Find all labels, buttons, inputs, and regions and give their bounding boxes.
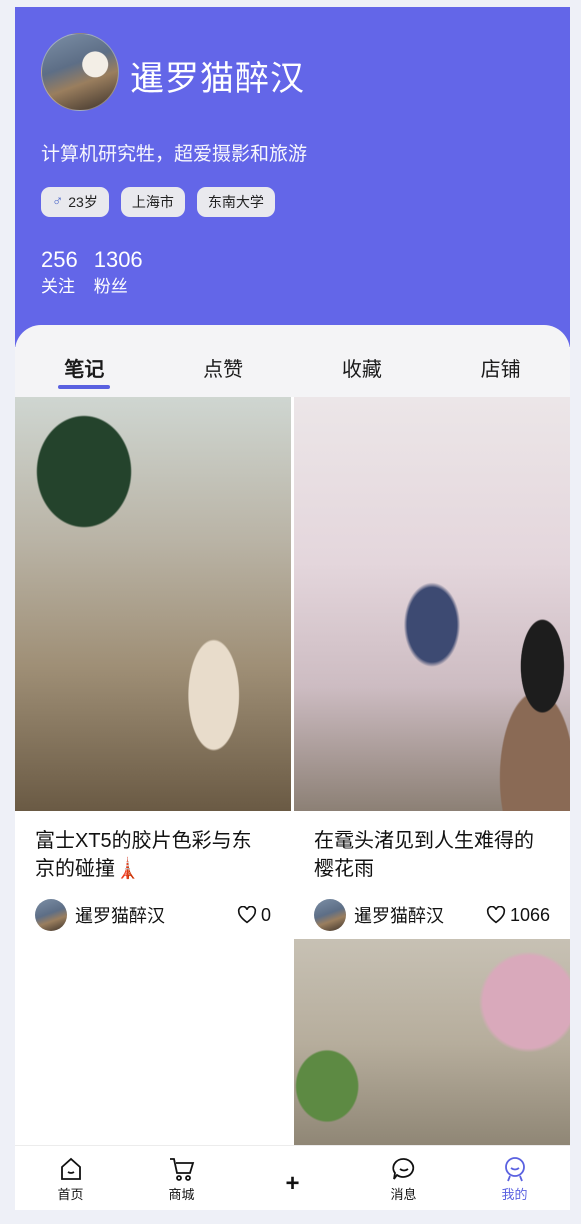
followers-count: 1306	[93, 247, 143, 272]
nav-messages-label: 消息	[390, 1187, 417, 1202]
nav-create[interactable]: +	[237, 1146, 348, 1210]
author-avatar[interactable]	[35, 899, 67, 931]
nav-profile-label: 我的	[501, 1187, 528, 1202]
following-stat[interactable]: 256 关注	[41, 247, 78, 299]
note-meta: 暹罗猫醉汉 0	[15, 889, 291, 931]
like-button[interactable]: 0	[237, 905, 271, 926]
tab-favorites-label: 收藏	[341, 359, 382, 381]
nav-profile[interactable]: 我的	[459, 1146, 570, 1210]
username: 暹罗猫醉汉	[130, 60, 305, 98]
note-author[interactable]: 暹罗猫醉汉	[75, 902, 237, 928]
nav-shop-label: 商城	[168, 1187, 195, 1202]
school-tag: 东南大学	[196, 187, 275, 217]
note-card[interactable]	[294, 939, 570, 1149]
profile-header: 暹罗猫醉汉 计算机研究牲，超爱摄影和旅游 ♂ 23岁 上海市 东南大学 256 …	[15, 7, 570, 347]
author-avatar[interactable]	[314, 899, 346, 931]
heart-icon	[237, 906, 257, 924]
message-icon	[391, 1158, 414, 1180]
tab-likes[interactable]: 点赞	[154, 341, 293, 397]
profile-tabs: 笔记 点赞 收藏 店铺	[15, 341, 570, 397]
like-button[interactable]: 1066	[486, 905, 550, 926]
location-tag: 上海市	[120, 187, 185, 217]
plus-icon: +	[285, 1170, 300, 1197]
tab-favorites[interactable]: 收藏	[293, 341, 432, 397]
note-card[interactable]: 在鼋头渚见到人生难得的樱花雨 暹罗猫醉汉 1066	[294, 397, 570, 931]
note-title: 在鼋头渚见到人生难得的樱花雨	[314, 830, 534, 880]
bottom-nav: 首页 商城 + 消息 我的	[15, 1145, 570, 1210]
notes-grid: 富士XT5的胶片色彩与东京的碰撞🗼 暹罗猫醉汉 0 在鼋头渚见到人生难得的樱花雨…	[15, 397, 570, 1157]
followers-stat[interactable]: 1306 粉丝	[94, 247, 143, 299]
note-title: 富士XT5的胶片色彩与东京的碰撞🗼	[35, 830, 252, 880]
heart-icon	[486, 906, 506, 924]
active-tab-indicator	[58, 385, 111, 389]
nav-messages[interactable]: 消息	[348, 1146, 459, 1210]
following-count: 256	[41, 247, 78, 272]
tab-likes-label: 点赞	[203, 359, 244, 381]
bio: 计算机研究牲，超爱摄影和旅游	[41, 144, 308, 165]
note-card[interactable]: 富士XT5的胶片色彩与东京的碰撞🗼 暹罗猫醉汉 0	[15, 397, 291, 931]
note-author[interactable]: 暹罗猫醉汉	[354, 902, 486, 928]
note-cover-image[interactable]	[294, 397, 570, 811]
cart-icon	[169, 1158, 194, 1181]
like-count: 0	[260, 904, 271, 925]
like-count: 1066	[509, 904, 550, 925]
app-screen: 暹罗猫醉汉 计算机研究牲，超爱摄影和旅游 ♂ 23岁 上海市 东南大学 256 …	[15, 7, 570, 1210]
age-tag: ♂ 23岁	[41, 187, 109, 217]
tab-notes[interactable]: 笔记	[15, 341, 154, 397]
home-icon	[60, 1157, 81, 1180]
age-label: 23岁	[68, 194, 98, 210]
following-label: 关注	[41, 277, 75, 296]
profile-icon	[504, 1157, 525, 1182]
note-meta: 暹罗猫醉汉 1066	[294, 889, 570, 931]
tab-notes-label: 笔记	[64, 359, 105, 381]
nav-shop[interactable]: 商城	[126, 1146, 237, 1210]
profile-stats: 256 关注 1306 粉丝	[41, 247, 143, 299]
note-cover-image[interactable]	[15, 397, 291, 811]
nav-home[interactable]: 首页	[15, 1146, 126, 1210]
male-icon: ♂	[52, 193, 64, 210]
profile-tags: ♂ 23岁 上海市 东南大学	[41, 187, 275, 217]
tab-shop[interactable]: 店铺	[431, 341, 570, 397]
followers-label: 粉丝	[93, 277, 128, 296]
note-cover-image[interactable]	[294, 939, 570, 1149]
tab-shop-label: 店铺	[480, 359, 521, 381]
nav-home-label: 首页	[57, 1187, 84, 1202]
avatar[interactable]	[41, 33, 119, 111]
